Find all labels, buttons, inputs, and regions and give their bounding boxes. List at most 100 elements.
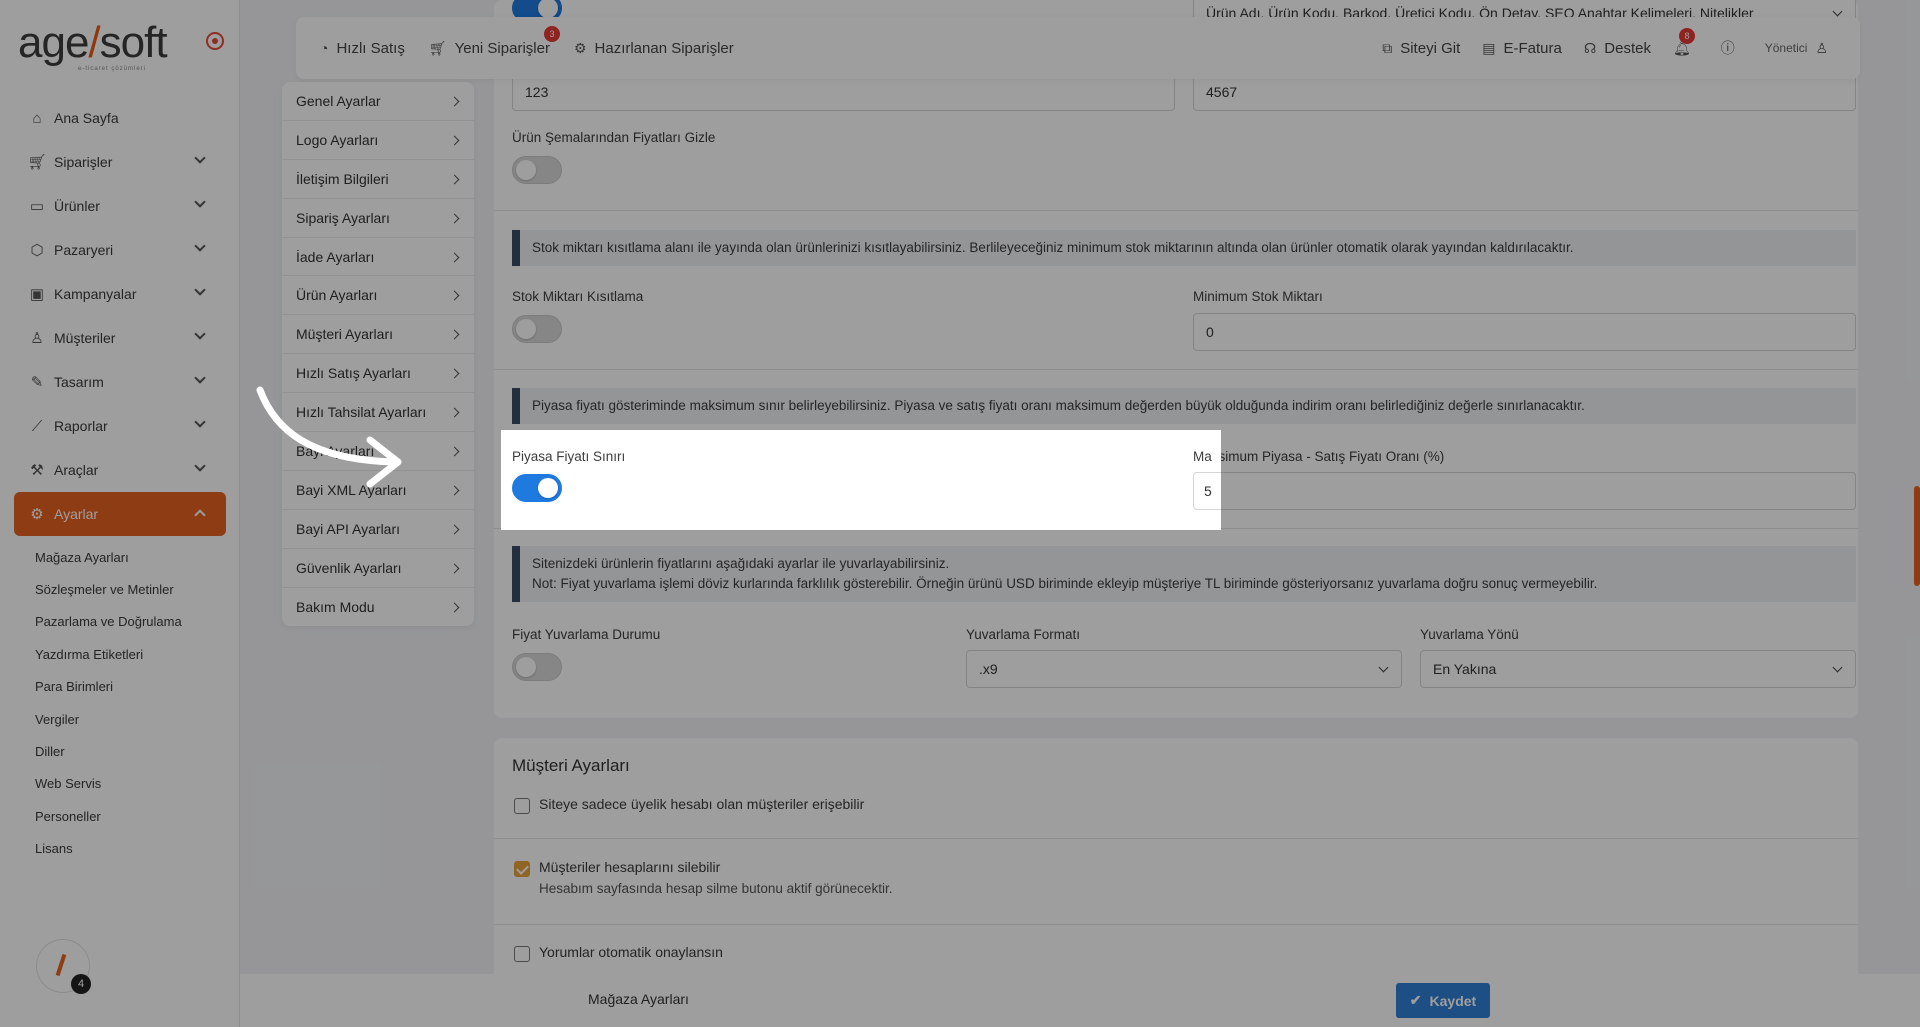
sidebar-item-kampanyalar[interactable]: ▣ Kampanyalar [14, 272, 226, 316]
settings-menu-label: Genel Ayarlar [296, 92, 381, 109]
market-limit-toggle[interactable] [512, 474, 562, 502]
chevron-right-icon [449, 524, 460, 535]
settings-menu-item-bayi-api[interactable]: Bayi API Ayarları [282, 510, 474, 549]
settings-menu-item-siparis[interactable]: Sipariş Ayarları [282, 199, 474, 238]
sidebar-item-siparisler[interactable]: 🛒︎ Siparişler [14, 140, 226, 184]
max-ratio-input[interactable]: 5 [1193, 472, 1221, 510]
sidebar-item-musteriler[interactable]: ♙ Müşteriler [14, 316, 226, 360]
einvoice-button[interactable]: ▤ E-Fatura [1482, 40, 1562, 57]
chevron-right-icon [449, 329, 460, 340]
chevron-down-icon [194, 152, 206, 164]
sidebar-item-pazaryeri[interactable]: ⬡ Pazaryeri [14, 228, 226, 272]
settings-menu-item-guvenlik[interactable]: Güvenlik Ayarları [282, 549, 474, 588]
sidebar-item-label: Ayarlar [54, 506, 99, 522]
new-orders-label: Yeni Siparişler [454, 39, 550, 57]
settings-menu-label: Güvenlik Ayarları [296, 559, 402, 576]
settings-menu-label: Hızlı Satış Ayarları [296, 365, 411, 382]
settings-menu-label: İletişim Bilgileri [296, 170, 389, 187]
chevron-right-icon [449, 174, 460, 185]
auto-approve-comments-checkbox[interactable] [514, 946, 530, 962]
brand-name-slash: / [88, 18, 100, 67]
subnav-item-pazarlama[interactable]: Pazarlama ve Doğrulama [35, 606, 182, 638]
rounding-dir-select[interactable]: En Yakına [1420, 650, 1856, 688]
sidebar-item-araclar[interactable]: ⚒ Araçlar [14, 448, 226, 492]
members-only-label: Siteye sadece üyelik hesabı olan müşteri… [539, 796, 865, 812]
sidebar-item-tasarim[interactable]: ✎ Tasarım [14, 360, 226, 404]
settings-menu-item-iade[interactable]: İade Ayarları [282, 238, 474, 277]
sidebar-item-label: Araçlar [54, 462, 99, 478]
rounding-info-box: Sitenizdeki ürünlerin fiyatlarını aşağıd… [512, 546, 1856, 602]
sidebar-item-ayarlar[interactable]: ⚙ Ayarlar [14, 492, 226, 536]
chevron-up-icon [194, 509, 206, 521]
settings-menu-item-genel[interactable]: Genel Ayarlar [282, 82, 474, 121]
invoice-icon: ▤ [1482, 39, 1496, 56]
chevron-right-icon [449, 291, 460, 301]
rounding-dir-label: Yuvarlama Yönü [1420, 627, 1519, 642]
settings-menu-item-urun[interactable]: Ürün Ayarları [282, 276, 474, 316]
page: age/soft e-ticaret çözümleri ⌂ Ana Sayfa … [0, 0, 1920, 1027]
sidebar-item-urunler[interactable]: ▭ Ürünler [14, 184, 226, 228]
new-orders-button[interactable]: 🛒︎ Yeni Siparişler 3 [429, 25, 560, 57]
subnav-item-yazdirma[interactable]: Yazdırma Etiketleri [35, 638, 182, 670]
chevron-down-icon [1832, 662, 1843, 673]
rounding-info-line-1: Sitenizdeki ürünlerin fiyatlarını aşağıd… [532, 556, 950, 571]
subnav-item-diller[interactable]: Diller [35, 735, 182, 767]
prepared-orders-button[interactable]: ⚙ Hazırlanan Siparişler [574, 40, 734, 57]
target-icon[interactable] [206, 32, 224, 50]
sidebar-item-label: Müşteriler [54, 330, 116, 346]
rounding-format-value: .x9 [979, 661, 998, 677]
einvoice-label: E-Fatura [1503, 39, 1562, 57]
max-ratio-label: Maksimum Piyasa - Satış Fiyatı Oranı (%) [1193, 449, 1445, 464]
rounding-format-select[interactable]: .x9 [966, 650, 1402, 688]
quick-sale-button[interactable]: ◔ Hızlı Satış [320, 40, 405, 57]
settings-menu-item-logo[interactable]: Logo Ayarları [282, 121, 474, 160]
subnav-item-vergiler[interactable]: Vergiler [35, 703, 182, 735]
brush-icon: ✎ [30, 374, 44, 391]
brand-logo[interactable]: age/soft e-ticaret çözümleri [18, 18, 218, 72]
sidebar-item-ana-sayfa[interactable]: ⌂ Ana Sayfa [14, 96, 226, 140]
subnav-item-personeller[interactable]: Personeller [35, 800, 182, 832]
rounding-format-label: Yuvarlama Formatı [966, 627, 1081, 642]
sidebar-item-raporlar[interactable]: ⟋ Raporlar [14, 404, 226, 448]
rounding-status-label: Fiyat Yuvarlama Durumu [512, 627, 661, 642]
max-ratio-input-bg [1193, 472, 1856, 510]
subnav-item-magaza-ayarlari[interactable]: Mağaza Ayarları [35, 541, 182, 573]
go-site-button[interactable]: ⧉ Siteyi Git [1382, 40, 1460, 57]
user-icon: ♙ [1815, 39, 1828, 56]
settings-menu-item-iletisim[interactable]: İletişim Bilgileri [282, 160, 474, 199]
divider [494, 924, 1858, 925]
gift-icon: ▣ [29, 286, 45, 303]
chart-icon: ⟋ [31, 417, 43, 435]
user-menu[interactable]: Yönetici ♙ [1765, 40, 1836, 57]
footer-bar: Mağaza Ayarları ✔ Kaydet [240, 974, 1920, 1027]
members-only-checkbox[interactable] [514, 798, 530, 814]
stock-limit-toggle[interactable] [512, 315, 562, 343]
bell-badge: 8 [1678, 27, 1695, 44]
rounding-status-toggle[interactable] [512, 653, 562, 681]
sidebar-item-label: Raporlar [54, 418, 108, 434]
settings-menu-item-bakim[interactable]: Bakım Modu [282, 588, 474, 627]
topbar-right: ⧉ Siteyi Git ▤ E-Fatura ☊ Destek 🔔︎ 8 ⓘ Yöne… [1360, 17, 1836, 79]
chevron-down-icon [1832, 6, 1843, 17]
assistant-button[interactable]: 4 [37, 940, 91, 994]
book-icon: ▭ [29, 198, 45, 215]
subnav-item-lisans[interactable]: Lisans [35, 833, 182, 865]
support-button[interactable]: ☊ Destek [1584, 40, 1651, 57]
settings-menu-item-musteri[interactable]: Müşteri Ayarları [282, 315, 474, 355]
hide-price-toggle[interactable] [512, 156, 562, 184]
subnav-item-sozlesmeler[interactable]: Sözleşmeler ve Metinler [35, 573, 182, 605]
subnav-item-web-servis[interactable]: Web Servis [35, 768, 182, 800]
min-stock-input[interactable]: 0 [1193, 313, 1856, 351]
scrollbar-thumb[interactable] [1914, 486, 1920, 586]
delete-account-checkbox[interactable] [514, 861, 530, 877]
sidebar-item-label: Kampanyalar [54, 286, 137, 302]
headset-icon: ☊ [1583, 39, 1597, 56]
chevron-right-icon [449, 252, 460, 263]
save-button[interactable]: ✔ Kaydet [1396, 983, 1490, 1018]
subnav-item-para-birimleri[interactable]: Para Birimleri [35, 671, 182, 703]
info-button[interactable]: ⓘ [1721, 38, 1743, 58]
auto-approve-comments-label: Yorumlar otomatik onaylansın [539, 944, 723, 960]
notifications-button[interactable]: 🔔︎ 8 [1673, 27, 1699, 57]
chevron-down-icon [194, 240, 206, 252]
gear-icon: ⚙ [30, 506, 44, 523]
